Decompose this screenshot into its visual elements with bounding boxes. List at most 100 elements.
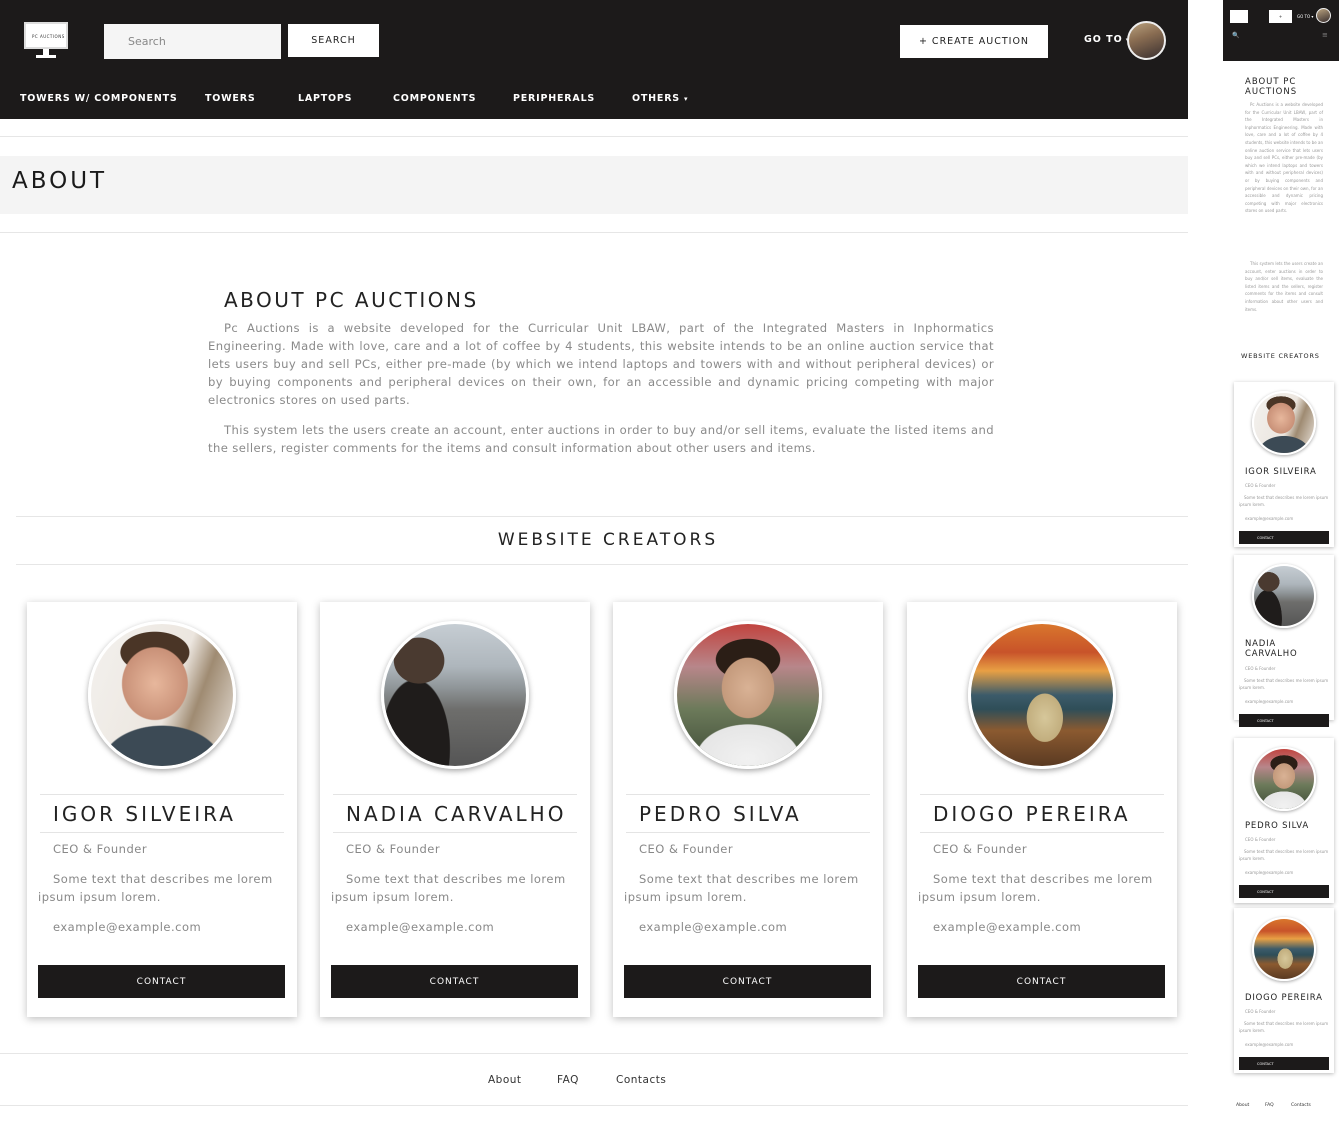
creator-name: DIOGO PEREIRA xyxy=(933,802,1131,826)
menu-item-peripherals[interactable]: PERIPHERALS xyxy=(513,93,595,104)
footer-link-about[interactable]: About xyxy=(1236,1103,1249,1108)
creator-email: example@example.com xyxy=(1245,1042,1294,1047)
site-logo[interactable]: PC AUCTIONS xyxy=(24,22,68,60)
creator-card-nadia: NADIA CARVALHO CEO & Founder Some text t… xyxy=(320,602,590,1017)
creator-email: example@example.com xyxy=(639,920,788,934)
menu-item-components[interactable]: COMPONENTS xyxy=(393,93,476,104)
creator-email: example@example.com xyxy=(346,920,495,934)
hamburger-menu-icon[interactable]: ≡ xyxy=(1322,31,1328,39)
search-icon[interactable]: 🔍 xyxy=(1232,32,1239,39)
contact-button[interactable]: CONTACT xyxy=(38,965,285,998)
creators-title: WEBSITE CREATORS xyxy=(497,530,719,550)
footer-divider xyxy=(0,1105,1188,1106)
creator-name: PEDRO SILVA xyxy=(1245,821,1309,831)
about-paragraph-2: This system lets the users create an acc… xyxy=(208,423,994,455)
creator-role: CEO & Founder xyxy=(346,842,441,856)
monitor-icon: PC AUCTIONS xyxy=(24,22,68,49)
creator-name: PEDRO SILVA xyxy=(639,802,802,826)
footer-link-faq[interactable]: FAQ xyxy=(557,1074,579,1086)
creator-photo xyxy=(1252,564,1316,628)
creator-role: CEO & Founder xyxy=(1245,1009,1276,1014)
creator-description: Some text that describes me lorem ipsum … xyxy=(624,872,859,904)
creator-name: DIOGO PEREIRA xyxy=(1245,993,1323,1003)
mobile-creator-card: DIOGO PEREIRA CEO & Founder Some text th… xyxy=(1234,908,1334,1073)
divider xyxy=(0,232,1188,233)
creator-description: Some text that describes me lorem ipsum … xyxy=(1239,495,1329,507)
user-avatar[interactable] xyxy=(1316,8,1331,23)
footer-divider xyxy=(0,1053,1188,1054)
divider xyxy=(16,516,1188,517)
creator-email: example@example.com xyxy=(1245,870,1294,875)
creator-photo xyxy=(968,621,1116,769)
mobile-preview: + GO TO ▾ 🔍 ≡ ABOUT PC AUCTIONS Pc Aucti… xyxy=(1223,0,1339,1125)
creator-name: IGOR SILVEIRA xyxy=(53,802,236,826)
creator-role: CEO & Founder xyxy=(639,842,734,856)
search-button[interactable]: SEARCH xyxy=(288,24,379,57)
menu-item-laptops[interactable]: LAPTOPS xyxy=(298,93,352,104)
menu-item-others-label: OTHERS xyxy=(632,93,680,104)
creator-card-pedro: PEDRO SILVA CEO & Founder Some text that… xyxy=(613,602,883,1017)
mobile-creator-card: NADIA CARVALHO CEO & Founder Some text t… xyxy=(1234,555,1334,727)
creator-role: CEO & Founder xyxy=(933,842,1028,856)
creator-description: Some text that describes me lorem ipsum … xyxy=(1239,849,1329,861)
creator-description: Some text that describes me lorem ipsum … xyxy=(1239,1021,1329,1033)
creator-photo xyxy=(88,621,236,769)
creator-role: CEO & Founder xyxy=(53,842,148,856)
footer-link-faq[interactable]: FAQ xyxy=(1265,1103,1274,1108)
creator-photo xyxy=(1252,391,1316,455)
logo-text: PC AUCTIONS xyxy=(32,34,65,39)
mobile-search-button[interactable]: + xyxy=(1269,10,1292,23)
menu-item-towers-components[interactable]: TOWERS W/ COMPONENTS xyxy=(20,93,178,104)
menu-item-others[interactable]: OTHERS ▾ xyxy=(632,93,688,104)
search-input[interactable] xyxy=(104,24,281,59)
goto-dropdown[interactable]: GO TO▾ xyxy=(1084,34,1130,45)
menu-item-towers[interactable]: TOWERS xyxy=(205,93,255,104)
creator-name: IGOR SILVEIRA xyxy=(1245,467,1317,477)
creator-photo xyxy=(381,621,529,769)
goto-label: GO TO xyxy=(1084,34,1123,45)
site-logo[interactable] xyxy=(1230,10,1248,23)
creator-photo xyxy=(1252,917,1316,981)
contact-button[interactable]: CONTACT xyxy=(1239,1057,1329,1070)
mobile-creator-card: IGOR SILVEIRA CEO & Founder Some text th… xyxy=(1234,382,1334,547)
creator-name: NADIA CARVALHO xyxy=(346,802,567,826)
page-title: ABOUT xyxy=(12,168,108,194)
creator-role: CEO & Founder xyxy=(1245,837,1276,842)
desktop-view: PC AUCTIONS SEARCH + CREATE AUCTION GO T… xyxy=(0,0,1188,1125)
chevron-down-icon: ▾ xyxy=(683,95,689,103)
mobile-about-title: ABOUT PC AUCTIONS xyxy=(1245,77,1298,97)
creator-email: example@example.com xyxy=(53,920,202,934)
footer-link-about[interactable]: About xyxy=(488,1074,522,1086)
user-avatar[interactable] xyxy=(1127,21,1166,60)
mobile-about-paragraph-1: Pc Auctions is a website developed for t… xyxy=(1245,102,1323,214)
contact-button[interactable]: CONTACT xyxy=(918,965,1165,998)
creator-name: NADIA CARVALHO xyxy=(1245,639,1298,659)
goto-dropdown[interactable]: GO TO ▾ xyxy=(1297,14,1313,19)
creator-photo xyxy=(1252,747,1316,811)
navbar: PC AUCTIONS SEARCH + CREATE AUCTION GO T… xyxy=(0,0,1188,119)
contact-button[interactable]: CONTACT xyxy=(1239,885,1329,898)
contact-button[interactable]: CONTACT xyxy=(1239,531,1329,544)
page: PC AUCTIONS SEARCH + CREATE AUCTION GO T… xyxy=(0,0,1339,1125)
creator-card-igor: IGOR SILVEIRA CEO & Founder Some text th… xyxy=(27,602,297,1017)
mobile-creator-card: PEDRO SILVA CEO & Founder Some text that… xyxy=(1234,738,1334,903)
creator-role: CEO & Founder xyxy=(1245,483,1276,488)
creator-description: Some text that describes me lorem ipsum … xyxy=(1239,678,1329,690)
creator-photo xyxy=(674,621,822,769)
creator-description: Some text that describes me lorem ipsum … xyxy=(331,872,566,904)
footer-link-contacts[interactable]: Contacts xyxy=(1291,1103,1311,1108)
page-header-band: ABOUT xyxy=(0,156,1188,214)
creator-description: Some text that describes me lorem ipsum … xyxy=(38,872,273,904)
create-auction-button[interactable]: + CREATE AUCTION xyxy=(900,25,1048,58)
category-menu: TOWERS W/ COMPONENTS TOWERS LAPTOPS COMP… xyxy=(0,93,1188,109)
footer-link-contacts[interactable]: Contacts xyxy=(616,1074,666,1086)
mobile-about-paragraph-2: This system lets the users create an acc… xyxy=(1245,261,1323,312)
creator-email: example@example.com xyxy=(1245,699,1294,704)
divider xyxy=(16,564,1188,565)
contact-button[interactable]: CONTACT xyxy=(624,965,871,998)
creator-description: Some text that describes me lorem ipsum … xyxy=(918,872,1153,904)
mobile-navbar: + GO TO ▾ 🔍 ≡ xyxy=(1223,0,1339,61)
contact-button[interactable]: CONTACT xyxy=(331,965,578,998)
mobile-creators-title: WEBSITE CREATORS xyxy=(1241,352,1320,360)
contact-button[interactable]: CONTACT xyxy=(1239,714,1329,727)
